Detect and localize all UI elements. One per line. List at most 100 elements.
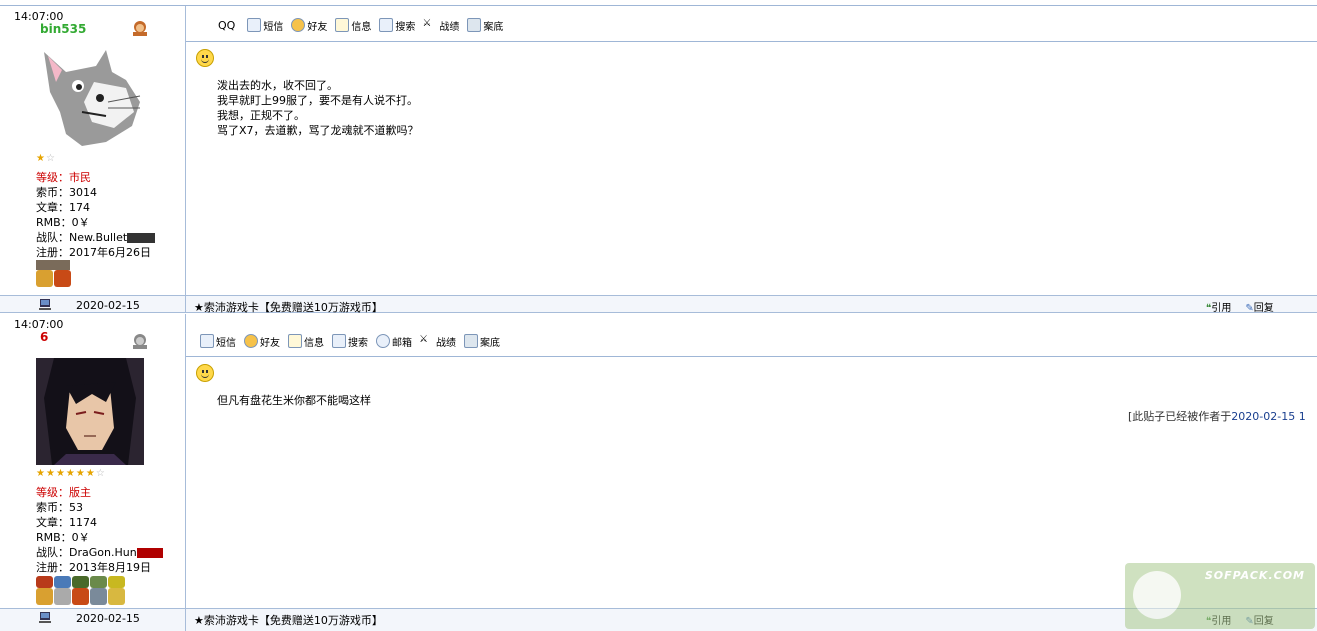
user-team-text: 战队：DraGon.Hun [36, 546, 137, 559]
search-label: 搜索 [348, 337, 368, 349]
star-icon: ★ [36, 153, 45, 164]
qq-button[interactable]: QQ [218, 19, 235, 32]
record-button[interactable]: ⚔ 战绩 [420, 334, 456, 349]
record-label: 战绩 [439, 21, 460, 33]
document-icon [335, 18, 350, 32]
quote-button[interactable]: ❝引用 [1206, 299, 1231, 314]
medal-icon [36, 576, 53, 588]
post-date: 2020-02-15 [76, 299, 140, 312]
post-body: 泼出去的水，收不回了。 我早就盯上99服了，要不是有人说不打。 我想，正规不了。… [217, 78, 419, 138]
star-empty-icon: ☆ [95, 468, 105, 479]
reply-button[interactable]: ✎回复 [1245, 299, 1273, 314]
sms-label: 短信 [263, 21, 284, 33]
info-label: 信息 [351, 21, 372, 33]
search-button[interactable]: 搜索 [379, 18, 415, 33]
search-label: 搜索 [395, 21, 416, 33]
edit-note-prefix: [此贴子已经被作者于 [1128, 410, 1232, 423]
record-button[interactable]: ⚔ 战绩 [423, 18, 459, 33]
user-rmb: RMB：0￥ [36, 531, 90, 544]
post-toolbar: QQ 短信 好友 信息 搜索 ⚔ 战绩 案底 [218, 14, 503, 36]
document-icon [288, 334, 302, 348]
case-button[interactable]: 案底 [467, 18, 503, 33]
case-label: 案底 [483, 21, 504, 33]
user-level: 等级：版主 [36, 486, 91, 499]
record-label: 战绩 [436, 337, 456, 349]
computer-icon [39, 299, 51, 310]
sms-icon [247, 18, 262, 32]
user-team[interactable]: 战队：DraGon.Hun [36, 545, 163, 560]
footer-left: 2020-02-15 [0, 609, 186, 631]
team-badge-icon [127, 233, 156, 243]
medal-icon [54, 588, 71, 605]
monitor-icon [464, 334, 478, 348]
reply-label: 回复 [1253, 303, 1274, 314]
friends-icon [244, 334, 258, 348]
edit-note-date: 2020-02-15 1 [1231, 410, 1306, 423]
sms-button[interactable]: 短信 [247, 18, 283, 33]
star-icon: ★ [45, 468, 55, 479]
friends-icon [291, 18, 306, 32]
avatar[interactable] [36, 358, 144, 465]
user-sidebar: 14:07:00 6 ★ ★ ★ ★ ★ ★ ☆ 等级：版主 索币：53 文章：1174 R… [0, 314, 186, 608]
case-button[interactable]: 案底 [464, 334, 500, 349]
user-sidebar: 14:07:00 bin535 ★ ☆ 等级：市民 索币：3014 文章：174 … [0, 6, 186, 295]
mail-icon [376, 334, 390, 348]
post-line: 泼出去的水，收不回了。 [217, 79, 338, 92]
user-status-icon [133, 334, 147, 349]
post-content: QQ 短信 好友 信息 搜索 ⚔ 战绩 案底 泼出去的水，收不回了。 我早就盯上9… [186, 6, 1317, 295]
soldier-icon: ⚔ [420, 334, 428, 345]
user-articles: 文章：174 [36, 201, 90, 214]
medal-icon [36, 270, 53, 287]
monitor-icon [467, 18, 482, 32]
watermark-text: SOFPACK.COM [1204, 569, 1305, 582]
star-icon: ★ [55, 468, 65, 479]
post-line: 我想，正规不了。 [217, 109, 305, 122]
medals [36, 260, 71, 287]
star-icon: ★ [36, 468, 45, 479]
toolbar-divider [186, 356, 1317, 357]
medal-icon [36, 260, 70, 270]
post-2: 14:07:00 6 ★ ★ ★ ★ ★ ★ ☆ 等级：版主 索币：53 文章：1174 R… [0, 314, 1317, 608]
search-button[interactable]: 搜索 [332, 334, 368, 349]
user-coins: 索币：3014 [36, 186, 97, 199]
friend-button[interactable]: 好友 [244, 334, 280, 349]
info-button[interactable]: 信息 [288, 334, 324, 349]
avatar[interactable] [36, 42, 144, 150]
mail-button[interactable]: 邮箱 [376, 334, 412, 349]
user-info: 等级：版主 索币：53 文章：1174 RMB：0￥ 战队：DraGon.Hun… [36, 485, 163, 575]
user-rmb: RMB：0￥ [36, 216, 90, 229]
medal-icon [90, 588, 107, 605]
logo-emblem-icon [1133, 571, 1181, 619]
smiley-icon [196, 364, 214, 382]
medal-icon [54, 270, 71, 287]
reply-icon: ✎ [1245, 303, 1254, 314]
sms-icon [200, 334, 214, 348]
quote-label: 引用 [1211, 303, 1232, 314]
user-registered: 注册：2017年6月26日 [36, 246, 151, 259]
star-icon: ★ [85, 468, 95, 479]
medal-icon [36, 588, 53, 605]
mail-label: 邮箱 [392, 337, 412, 349]
ad-link[interactable]: ★索沛游戏卡【免费赠送10万游戏币】 [194, 612, 383, 628]
post-actions: ❝引用 ✎回复 [1206, 299, 1274, 314]
search-icon [379, 18, 394, 32]
username-link[interactable]: 6 [40, 330, 48, 344]
friend-label: 好友 [307, 21, 328, 33]
user-team-text: 战队：New.Bullet [36, 231, 128, 244]
footer-left: 2020-02-15 [0, 296, 186, 312]
user-team[interactable]: 战队：New.Bullet [36, 230, 156, 245]
friend-label: 好友 [260, 337, 280, 349]
post-1: 14:07:00 bin535 ★ ☆ 等级：市民 索币：3014 文章：174 … [0, 6, 1317, 295]
post-body: 但凡有盘花生米你都不能喝这样 [217, 393, 371, 408]
post-line: 我早就盯上99服了，要不是有人说不打。 [217, 94, 418, 107]
sms-button[interactable]: 短信 [200, 334, 236, 349]
team-badge-icon [136, 548, 163, 558]
edit-note: [此贴子已经被作者于2020-02-15 1 [1128, 408, 1306, 424]
medal-icon [108, 588, 125, 605]
star-icon: ★ [65, 468, 75, 479]
username-link[interactable]: bin535 [40, 22, 86, 36]
friend-button[interactable]: 好友 [291, 18, 327, 33]
info-button[interactable]: 信息 [335, 18, 371, 33]
ad-link[interactable]: ★索沛游戏卡【免费赠送10万游戏币】 [194, 299, 383, 315]
user-rank-stars: ★ ☆ [36, 154, 55, 164]
